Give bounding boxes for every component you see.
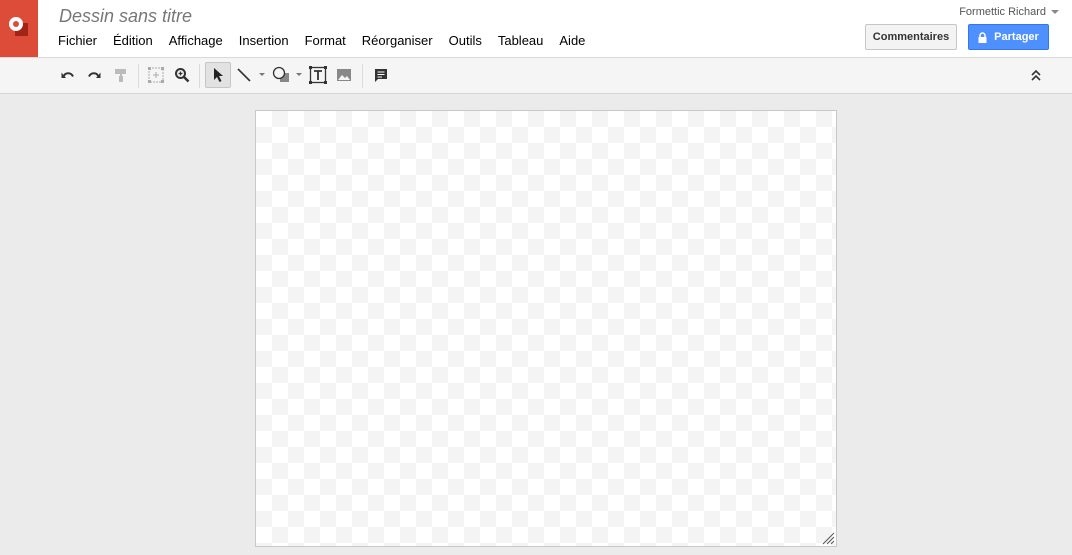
shape-dropdown-caret-icon[interactable] (296, 73, 302, 76)
comment-icon (375, 69, 387, 82)
menu-bar: Fichier Édition Affichage Insertion Form… (58, 33, 601, 48)
line-icon (237, 68, 251, 82)
resize-grip-icon[interactable] (822, 532, 835, 545)
toolbar-separator (199, 64, 200, 88)
menu-tableau[interactable]: Tableau (498, 33, 544, 48)
select-icon (214, 68, 223, 82)
comments-button[interactable]: Commentaires (865, 24, 957, 50)
redo-button[interactable] (81, 62, 107, 88)
line-tool-button[interactable] (231, 62, 257, 88)
share-button-label: Partager (994, 31, 1039, 43)
line-dropdown-caret-icon[interactable] (259, 73, 265, 76)
zoom-button[interactable] (169, 62, 195, 88)
menu-reorganiser[interactable]: Réorganiser (362, 33, 433, 48)
menu-format[interactable]: Format (305, 33, 346, 48)
header: Dessin sans titre Fichier Édition Affich… (0, 0, 1072, 58)
select-tool-button[interactable] (205, 62, 231, 88)
menu-aide[interactable]: Aide (559, 33, 585, 48)
undo-button[interactable] (55, 62, 81, 88)
zoom-fit-icon (148, 67, 164, 83)
toolbar (0, 58, 1072, 94)
paint-format-icon (115, 69, 126, 82)
account-menu[interactable]: Formettic Richard (959, 6, 1059, 18)
menu-affichage[interactable]: Affichage (169, 33, 223, 48)
redo-icon (88, 72, 101, 78)
undo-icon (61, 72, 74, 78)
comment-button[interactable] (368, 62, 394, 88)
drawing-canvas[interactable] (255, 110, 837, 547)
app-logo[interactable] (0, 0, 38, 57)
menu-edition[interactable]: Édition (113, 33, 153, 48)
toolbar-separator (138, 64, 139, 88)
image-icon (337, 69, 351, 81)
collapse-toolbar-button[interactable] (1023, 62, 1049, 88)
paint-format-button[interactable] (108, 62, 134, 88)
drawings-logo-icon (9, 17, 28, 36)
image-tool-button[interactable] (331, 62, 357, 88)
collapse-icon (1031, 69, 1041, 81)
text-box-icon (309, 66, 327, 84)
menu-outils[interactable]: Outils (449, 33, 482, 48)
shape-icon (272, 66, 289, 82)
text-box-tool-button[interactable] (305, 62, 331, 88)
user-name: Formettic Richard (959, 6, 1046, 18)
zoom-fit-button[interactable] (143, 62, 169, 88)
menu-fichier[interactable]: Fichier (58, 33, 97, 48)
shape-tool-button[interactable] (268, 62, 294, 88)
toolbar-separator (362, 64, 363, 88)
comments-button-label: Commentaires (872, 31, 950, 43)
chevron-down-icon (1051, 10, 1059, 14)
menu-insertion[interactable]: Insertion (239, 33, 289, 48)
share-button[interactable]: Partager (968, 24, 1049, 50)
lock-icon (978, 31, 987, 43)
zoom-icon (175, 68, 190, 83)
document-title[interactable]: Dessin sans titre (59, 6, 192, 27)
